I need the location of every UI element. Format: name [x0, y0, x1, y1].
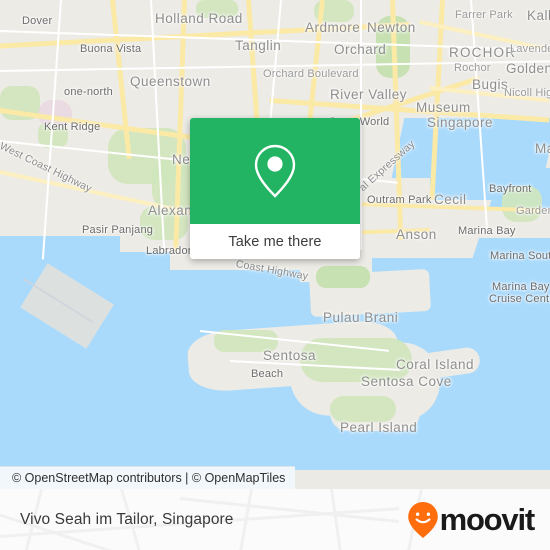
map-label: Anson: [396, 227, 437, 242]
map-label: Tanglin: [235, 38, 282, 53]
map-label: Ma: [535, 141, 550, 156]
map-label: Labrador: [146, 245, 192, 257]
map-label: Newton: [367, 20, 416, 35]
map-canvas[interactable]: Dover Holland Road Ardmore Newton Farrer Par…: [0, 0, 550, 470]
map-park-pearl: [330, 396, 396, 422]
map-label: Beach: [251, 368, 284, 380]
map-label: Orchard: [334, 42, 387, 57]
map-label: ROCHOR: [449, 45, 517, 60]
map-label: Gardens: [516, 205, 550, 217]
map-label: Dover: [22, 15, 53, 27]
map-label: Marina Bay: [458, 225, 516, 237]
map-label: Farrer Park: [455, 9, 513, 21]
map-label: Nicoll Highw: [504, 87, 550, 99]
moovit-brand-logo[interactable]: moovit: [407, 501, 536, 539]
map-label: Museum: [416, 100, 471, 115]
map-label: Kalla: [527, 8, 550, 23]
map-label: River Valley: [330, 87, 408, 102]
map-label: Kent Ridge: [44, 121, 101, 133]
moovit-wordmark: moovit: [439, 502, 536, 537]
take-me-there-button[interactable]: Take me there: [190, 224, 360, 259]
location-pin-icon: [254, 144, 296, 198]
map-park-brani: [316, 266, 370, 288]
map-label: Queenstown: [130, 74, 211, 89]
map-label: Bugis: [472, 77, 509, 92]
map-label: Golden M: [506, 61, 550, 76]
page-footer: Vivo Seah im Tailor, Singapore moovit: [0, 489, 550, 550]
map-label: Cruise Centre: [489, 293, 550, 305]
popup-card-icon-area: [190, 118, 360, 224]
map-label: Buona Vista: [80, 43, 142, 55]
map-label: Singapore: [427, 115, 494, 130]
map-label: Marina Bay: [492, 281, 550, 293]
map-label: Cecil: [434, 192, 467, 207]
map-label: Coral Island: [396, 357, 475, 372]
map-label: Pearl Island: [340, 420, 418, 435]
place-name-label: Vivo Seah im Tailor, Singapore: [20, 510, 234, 528]
map-label: Ardmore: [305, 20, 361, 35]
map-label: Bayfront: [489, 183, 532, 195]
map-label: one-north: [64, 86, 113, 98]
map-attribution-bar: © OpenStreetMap contributors | © OpenMap…: [0, 466, 296, 489]
map-label: Holland Road: [155, 11, 243, 26]
moovit-smiley-pin-icon: [407, 501, 438, 538]
take-me-there-label: Take me there: [228, 233, 322, 250]
map-label: Outram Park: [367, 194, 432, 206]
map-label: Lavender: [510, 43, 550, 55]
map-label: Rochor: [454, 62, 491, 74]
location-popup-card[interactable]: Take me there: [190, 118, 360, 259]
map-label: Pulau Brani: [323, 310, 399, 325]
moovit-map-page: Dover Holland Road Ardmore Newton Farrer Par…: [0, 0, 550, 550]
map-label: Marina South P: [490, 250, 550, 262]
map-label: Sentosa: [263, 348, 317, 363]
attribution-text[interactable]: © OpenStreetMap contributors | © OpenMap…: [12, 471, 285, 485]
map-label: Pasir Panjang: [82, 224, 154, 236]
map-label: Orchard Boulevard: [263, 68, 359, 80]
map-label: Sentosa Cove: [361, 374, 452, 389]
